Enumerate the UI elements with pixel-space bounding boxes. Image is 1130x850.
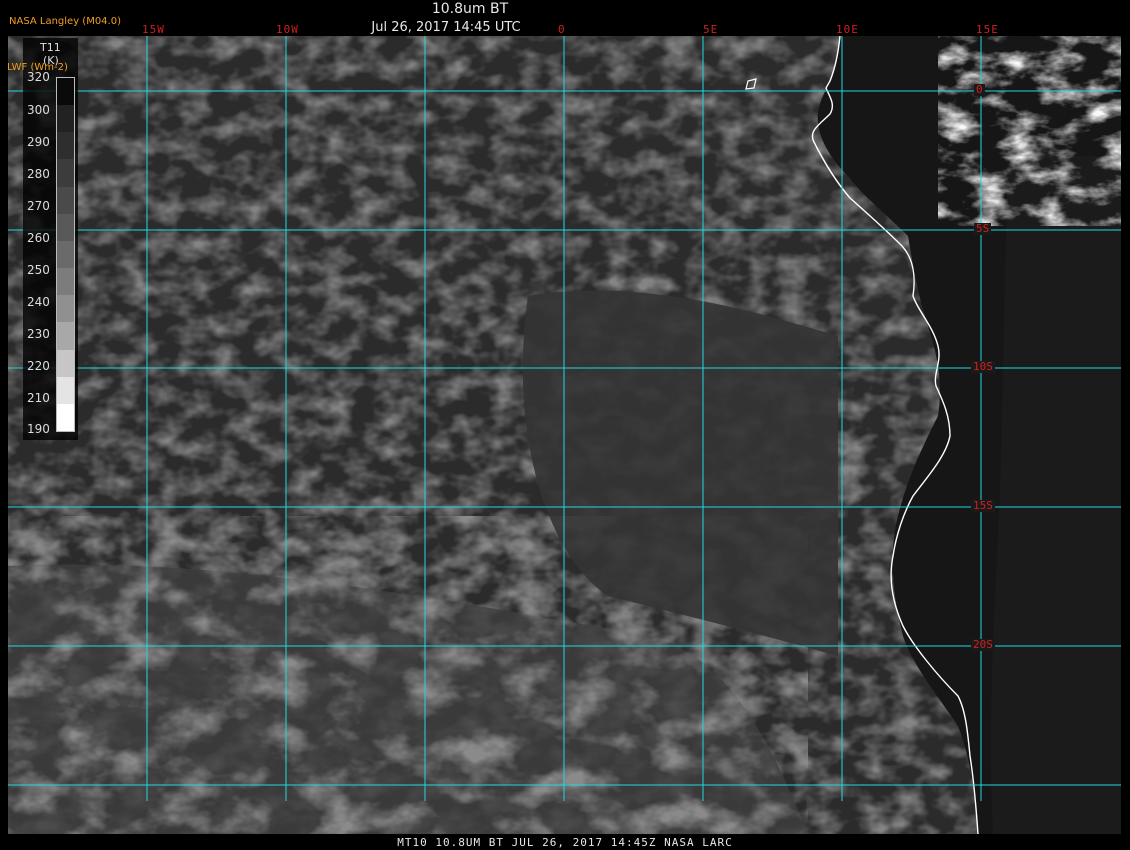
legend-tick-label: 240 [27,295,50,309]
ramp-step [57,322,74,350]
lon-label-10e: 10E [836,23,859,36]
color-ramp [56,77,75,432]
ramp-step [57,295,74,323]
ramp-step [57,105,74,133]
legend-tick-label: 270 [27,199,50,213]
lat-label-15s: 15S [971,499,995,512]
lon-label-0: 0 [558,23,566,36]
land-interior [990,156,1121,834]
imagery-svg [8,36,1121,834]
satellite-image-window: NASA Langley (M04.0) 10.8um BT Jul 26, 2… [0,0,1130,850]
ramp-step [57,186,74,214]
ramp-step [57,213,74,241]
lon-label-10w: 10W [276,23,299,36]
lon-label-5e: 5E [703,23,719,36]
legend-tick-label: 300 [27,103,50,117]
lat-label-5s: 5S [974,222,992,235]
legend-tick-label: 320 [27,70,50,84]
image-timestamp: Jul 26, 2017 14:45 UTC [371,20,521,35]
ramp-step [57,268,74,296]
legend-tick-label: 290 [27,135,50,149]
image-title: 10.8um BT [431,1,509,17]
ramp-step [57,240,74,269]
ramp-step [57,403,74,432]
lat-label-0: 0 [974,83,985,96]
legend-tick-label: 210 [27,391,50,405]
legend-tick-label: 280 [27,167,50,181]
legend-tick-label: 190 [27,422,50,436]
lon-label-15w: 15W [142,23,165,36]
legend-tick-label: 250 [27,263,50,277]
satellite-image[interactable]: 0 5S 10S 15S 20S [8,36,1121,834]
ramp-step [57,132,74,160]
legend-title: T11 [40,41,61,54]
legend-tick-label: 230 [27,327,50,341]
legend-tick-label: 220 [27,359,50,373]
ramp-step [57,159,74,187]
convective-cloud [938,36,1121,226]
lat-label-20s: 20S [971,638,995,651]
lat-label-10s: 10S [971,360,995,373]
footer-caption: MT10 10.8UM BT JUL 26, 2017 14:45Z NASA … [397,836,733,849]
ramp-step [57,78,74,106]
legend-tick-label: 260 [27,231,50,245]
lon-label-15e: 15E [976,23,999,36]
ramp-step [57,376,74,404]
ramp-step [57,349,74,377]
